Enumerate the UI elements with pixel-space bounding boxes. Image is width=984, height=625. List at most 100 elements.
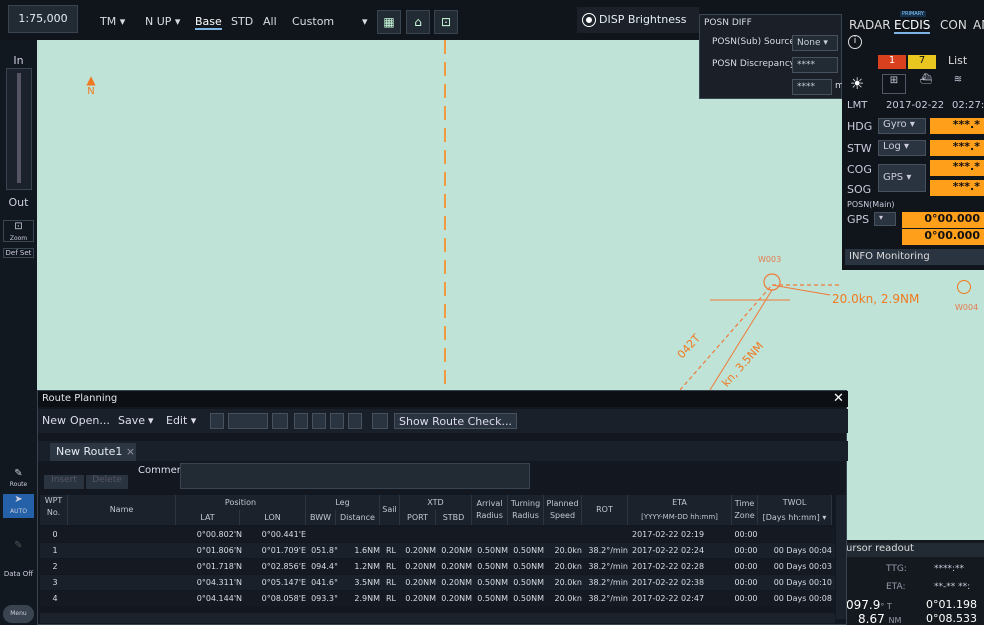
table-row[interactable]: 4 0°04.144'N 0°08.058'E 093.3° 2.9NM RL 0.20NM… <box>40 591 835 606</box>
cell-timezone: 00:00 <box>734 530 758 539</box>
stw-source-select[interactable]: Log ▾ <box>878 140 926 156</box>
leg-label: 20.0kn, 2.9NM <box>832 292 920 306</box>
stw-value: ***.* <box>930 140 984 156</box>
table-row[interactable]: 2 0°01.718'N 0°02.856'E 094.4° 1.2NM RL 0.20NM… <box>40 559 835 574</box>
cell-arrival-radius: 0.50NM <box>477 578 508 587</box>
tab-radar[interactable]: RADAR <box>849 18 891 32</box>
alert-count-red[interactable]: 1 <box>878 55 906 69</box>
layout1-icon[interactable] <box>294 413 308 429</box>
info-monitoring[interactable]: INFO Monitoring <box>845 249 984 265</box>
tab-am[interactable]: AM <box>973 18 984 32</box>
tab-new-route1[interactable]: New Route1 × <box>50 443 136 461</box>
list-button[interactable]: List <box>948 54 967 67</box>
cell-distance: 2.9NM <box>354 594 380 603</box>
gps-source-select[interactable]: ▾ <box>874 212 896 226</box>
posn-sub-source-select[interactable]: None ▾ <box>792 35 838 51</box>
disp-brightness-button[interactable]: DISP Brightness <box>577 7 699 33</box>
posn-discrepancy-label: POSN Discrepancy <box>712 59 796 69</box>
scale-display[interactable]: 1:75,000 <box>8 5 78 33</box>
hdg-source: Gyro <box>883 119 907 130</box>
new-button[interactable]: New <box>42 413 66 429</box>
layer-icon[interactable]: ≋ <box>946 74 970 94</box>
cell-speed: 20.0kn <box>554 594 582 603</box>
custom-button[interactable]: Custom <box>292 14 334 30</box>
def-set-button[interactable]: Def Set <box>3 248 34 258</box>
vertical-scrollbar[interactable] <box>836 495 846 619</box>
layout3-icon[interactable] <box>330 413 344 429</box>
grid-icon[interactable] <box>272 413 288 429</box>
cell-xtd-stbd: 0.20NM <box>441 546 472 555</box>
lmt-date: 2017-02-22 <box>886 100 945 111</box>
zoom-area-button[interactable]: ⊡ Zoom <box>3 220 34 242</box>
ship-icon[interactable]: ⛴ <box>914 74 938 94</box>
table-row[interactable]: 3 0°04.311'N 0°05.147'E 041.6° 3.5NM RL 0.20NM… <box>40 575 835 590</box>
cell-timezone: 00:00 <box>734 546 758 555</box>
settings-icon[interactable] <box>372 413 388 429</box>
delete-button[interactable]: Delete <box>86 475 128 489</box>
comment-field[interactable] <box>180 463 530 489</box>
insert-button[interactable]: Insert <box>44 475 84 489</box>
horizontal-scrollbar[interactable] <box>40 613 835 623</box>
auto-button[interactable]: ➤ AUTO <box>3 494 34 518</box>
layout4-icon[interactable] <box>348 413 362 429</box>
edit-button[interactable]: Edit ▾ <box>166 413 196 429</box>
brightness-icon[interactable]: ☀ <box>850 74 872 94</box>
layout2-icon[interactable] <box>312 413 326 429</box>
range-number: 8.67 <box>858 612 885 625</box>
menu-button[interactable]: Menu <box>3 605 34 623</box>
all-button[interactable]: All <box>263 14 277 30</box>
open-button[interactable]: Open... <box>70 413 110 429</box>
posn-discrepancy-value1[interactable]: **** <box>792 57 838 73</box>
cell-name <box>72 543 176 558</box>
zoom-icon[interactable]: ⊡ <box>434 10 458 34</box>
table-row[interactable]: 0 0°00.802'N 0°00.441'E 2017-02-22 02:19 00:… <box>40 527 835 542</box>
posn-discrepancy-value2[interactable]: **** <box>792 79 832 95</box>
cell-sail: RL <box>385 594 396 603</box>
waypoint-label-w003: W003 <box>758 255 782 264</box>
cogsog-source: GPS <box>883 172 904 183</box>
cell-turning-radius: 0.50NM <box>513 562 544 571</box>
std-button[interactable]: STD <box>231 14 253 30</box>
hdg-source-select[interactable]: Gyro ▾ <box>878 118 926 134</box>
save-dropdown-icon[interactable]: ▾ <box>148 413 154 429</box>
cursor-arrow-icon: ➤ <box>14 494 23 505</box>
route-planning-dialog: Route Planning ✕ New Open... Save ▾ Edit… <box>37 390 848 625</box>
save-button[interactable]: Save <box>118 413 145 429</box>
posn-sub-source-value: None <box>797 38 821 48</box>
show-route-check-button[interactable]: Show Route Check... <box>394 413 517 429</box>
right-panel: RADAR ECDIS PRIMARY CON AM i 1 7 List ☀ … <box>842 0 984 270</box>
table-row[interactable]: 1 0°01.806'N 0°01.709'E 051.8° 1.6NM RL 0.20NM… <box>40 543 835 558</box>
nup-dropdown[interactable]: N UP ▾ <box>145 14 180 30</box>
alert-count-yellow[interactable]: 7 <box>908 55 936 69</box>
tab-con[interactable]: CON <box>940 18 967 32</box>
nup-label: N UP <box>145 15 172 28</box>
display-icon[interactable]: ⊞ <box>882 74 906 94</box>
gps-lat: 0°00.000 <box>902 212 984 228</box>
base-button[interactable]: Base <box>195 14 222 30</box>
hdg-label: HDG <box>847 120 873 133</box>
custom-dropdown-icon[interactable]: ▾ <box>362 14 368 30</box>
cell-twol: 00 Days 00:10 <box>773 578 832 587</box>
zoom-slider[interactable] <box>6 68 32 190</box>
cogsog-source-select[interactable]: GPS ▾ <box>878 164 926 192</box>
tm-dropdown[interactable]: TM ▾ <box>100 14 125 30</box>
tab-close-icon[interactable]: × <box>126 445 135 458</box>
graph-icon[interactable] <box>228 413 268 429</box>
zoom-in-button[interactable]: In <box>3 54 34 67</box>
ttg-value: ****:** <box>934 564 965 574</box>
tab-ecdis[interactable]: ECDIS <box>894 18 931 34</box>
zoom-out-button[interactable]: Out <box>3 196 34 209</box>
info-icon[interactable]: i <box>848 35 862 49</box>
left-toolbar: In Out ⊡ Zoom Def Set ✎ Route ➤ AUTO ✎ Data… <box>0 40 37 625</box>
lmt-label: LMT <box>847 100 868 111</box>
route-button[interactable]: ✎ Route <box>3 468 34 490</box>
cell-rot: 38.2°/min <box>588 562 628 571</box>
hdr-twol: TWOL <box>758 495 832 510</box>
data-off-button[interactable]: Data Off <box>3 570 34 578</box>
cell-lon: 0°01.709'E <box>261 546 306 555</box>
edit-disabled-button[interactable]: ✎ <box>3 540 34 562</box>
home-icon[interactable]: ⌂ <box>406 10 430 34</box>
chart-layer-icon[interactable]: ▦ <box>377 10 401 34</box>
close-icon[interactable]: ✕ <box>833 392 844 406</box>
prev-icon[interactable] <box>210 413 224 429</box>
